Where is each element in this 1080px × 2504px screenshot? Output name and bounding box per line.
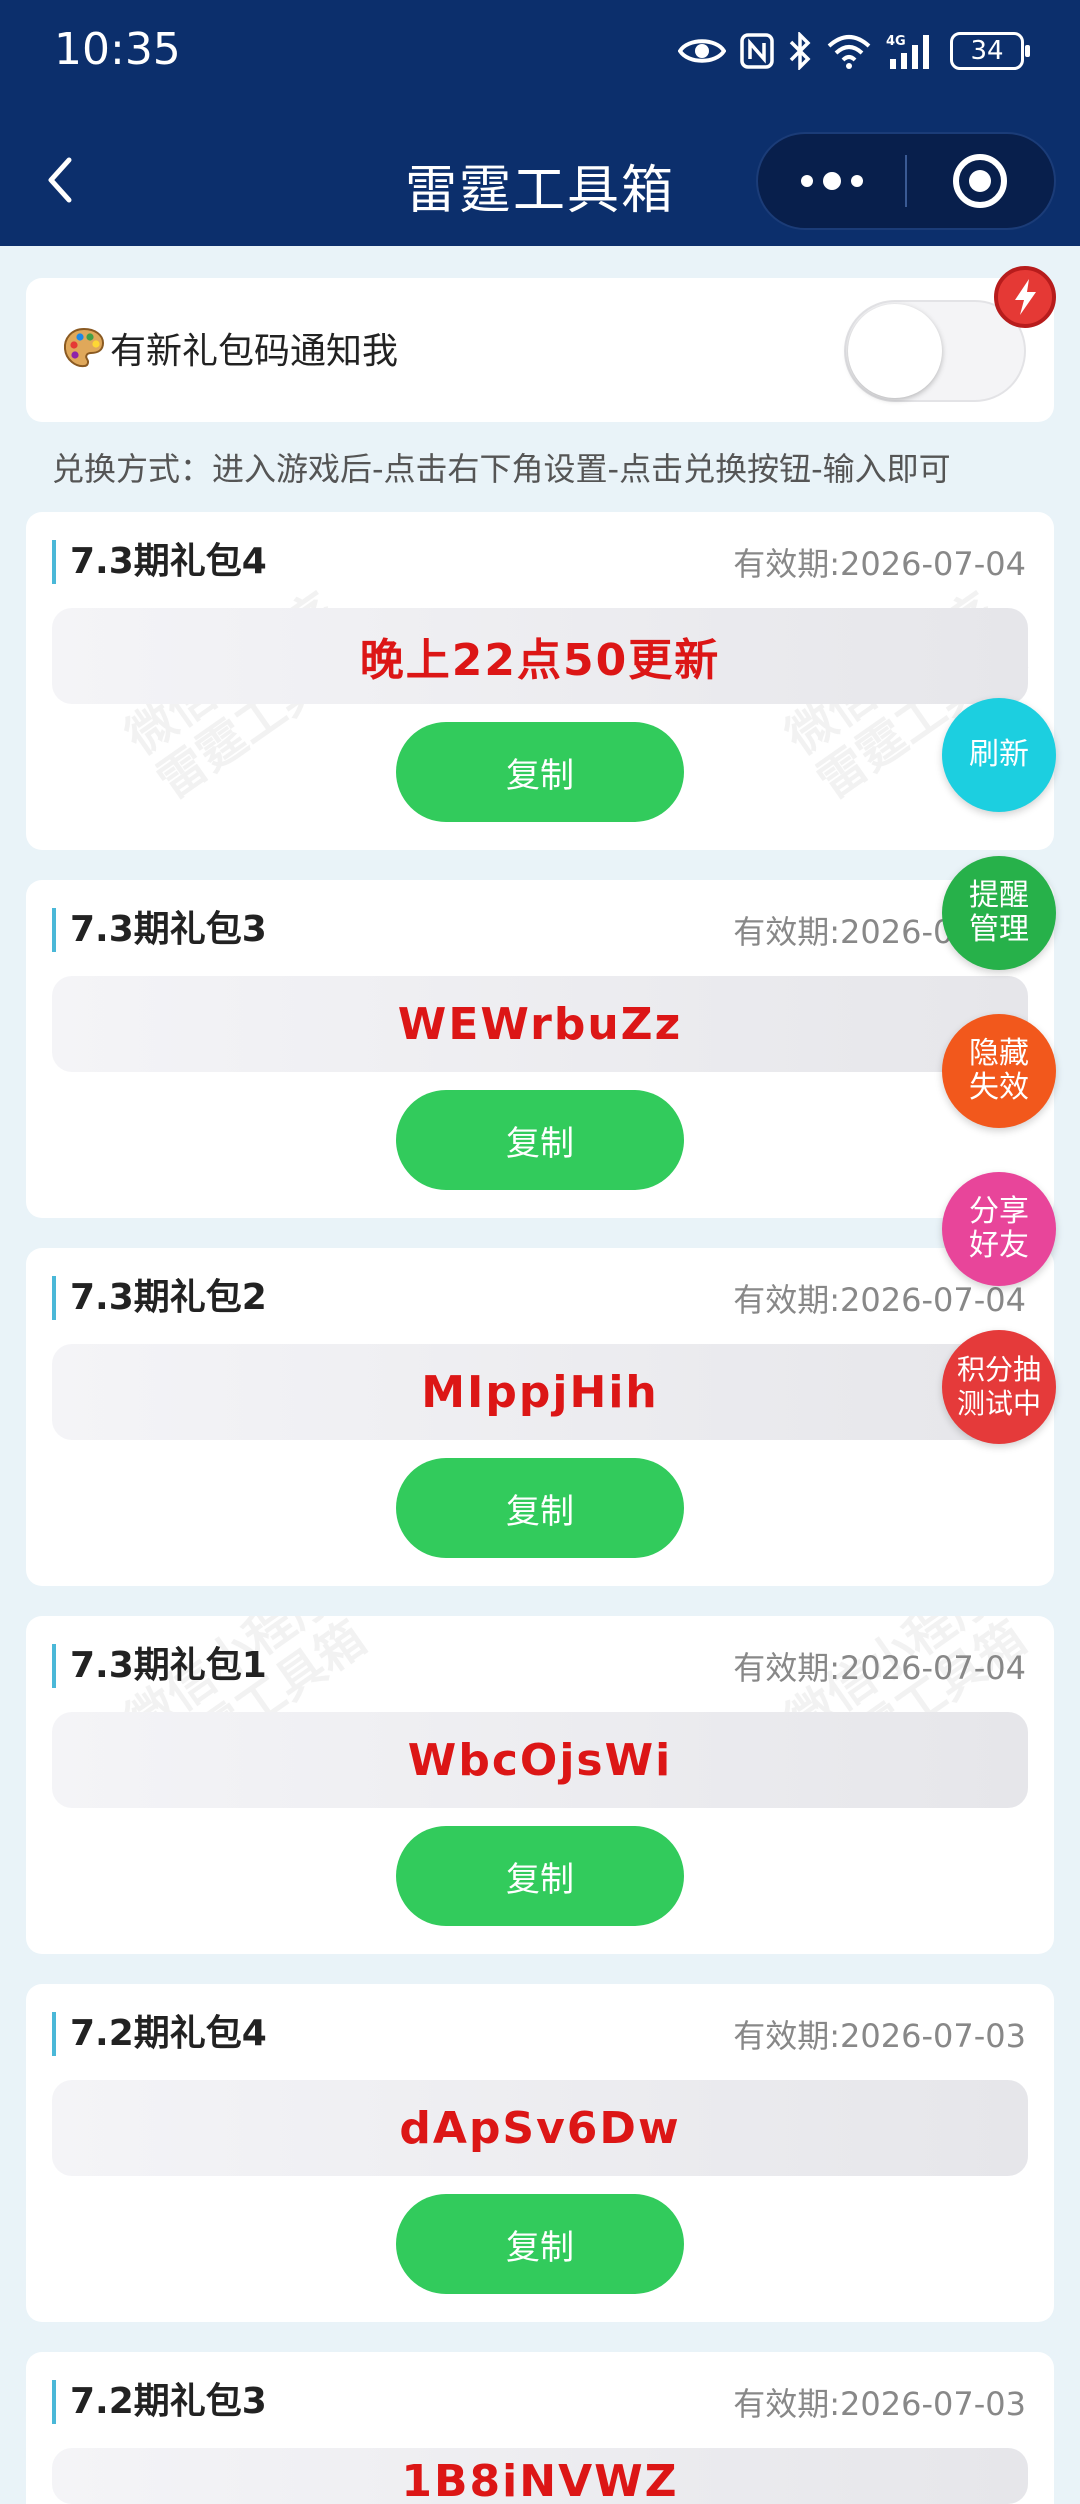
- share-friends-float-button[interactable]: 分享 好友: [942, 1172, 1056, 1286]
- gift-title: 7.3期礼包1: [52, 1644, 267, 1688]
- wifi-icon: [827, 35, 871, 69]
- mini-program-capsule: [756, 132, 1056, 230]
- gift-expiry: 有效期:2026-07-04: [733, 545, 1026, 583]
- gift-card: 7.2期礼包4 有效期:2026-07-03 dApSv6Dw 复制: [26, 1984, 1054, 2322]
- lightning-icon: [1015, 279, 1036, 315]
- gift-card: 7.2期礼包3 有效期:2026-07-03 1B8iNVWZ: [26, 2352, 1054, 2504]
- gift-title: 7.2期礼包4: [52, 2012, 267, 2056]
- gift-code: 1B8iNVWZ: [52, 2448, 1028, 2504]
- eye-icon: [678, 39, 726, 63]
- hide-expired-float-button[interactable]: 隐藏 失效: [942, 1014, 1056, 1128]
- flash-badge[interactable]: [994, 266, 1056, 328]
- gift-title: 7.3期礼包2: [52, 1276, 267, 1320]
- app-header: 10:35 4G 34 雷霆工具箱: [0, 0, 1080, 246]
- redeem-hint: 兑换方式：进入游戏后-点击右下角设置-点击兑换按钮-输入即可: [52, 450, 951, 488]
- gift-card: 微信小程序 雷霆工具箱 微信小程序 雷霆工具箱 7.3期礼包1 有效期:2026-0…: [26, 1616, 1054, 1954]
- status-time: 10:35: [54, 24, 181, 75]
- toggle-knob: [848, 304, 942, 398]
- refresh-float-button[interactable]: 刷新: [942, 698, 1056, 812]
- battery-icon: 34: [950, 32, 1030, 70]
- points-draw-float-button[interactable]: 积分抽 测试中: [942, 1330, 1056, 1444]
- gift-card: 微信小程序雷霆工具箱 微信小程序雷霆工具箱 7.3期礼包4 有效期:2026-0…: [26, 512, 1054, 850]
- bluetooth-icon: [789, 32, 811, 70]
- copy-button[interactable]: 复制: [396, 722, 684, 822]
- svg-text:4G: 4G: [886, 34, 906, 49]
- gift-code: WbcOjsWi: [52, 1712, 1028, 1808]
- copy-button[interactable]: 复制: [396, 1826, 684, 1926]
- gift-expiry: 有效期:2026-07-03: [733, 2017, 1026, 2055]
- gift-card: 7.3期礼包3 有效期:2026-07-04 WEWrbuZz 复制: [26, 880, 1054, 1218]
- copy-button[interactable]: 复制: [396, 1090, 684, 1190]
- copy-button[interactable]: 复制: [396, 1458, 684, 1558]
- palette-icon: [63, 327, 105, 368]
- gift-card: 7.3期礼包2 有效期:2026-07-04 MIppjHih 复制: [26, 1248, 1054, 1586]
- reminder-manage-float-button[interactable]: 提醒 管理: [942, 856, 1056, 970]
- gift-title: 7.3期礼包4: [52, 540, 267, 584]
- gift-title: 7.2期礼包3: [52, 2380, 267, 2424]
- gift-code: dApSv6Dw: [52, 2080, 1028, 2176]
- gift-expiry: 有效期:2026-07-04: [733, 1281, 1026, 1319]
- status-icons: 4G 34: [678, 26, 1030, 76]
- copy-button[interactable]: 复制: [396, 2194, 684, 2294]
- gift-code: MIppjHih: [52, 1344, 1028, 1440]
- gift-expiry: 有效期:2026-07-04: [733, 1649, 1026, 1687]
- notify-row: 有新礼包码通知我: [62, 322, 398, 374]
- notify-label: 有新礼包码通知我: [110, 331, 399, 372]
- nfc-icon: [740, 33, 774, 69]
- gift-title: 7.3期礼包3: [52, 908, 267, 952]
- gift-expiry: 有效期:2026-07-03: [733, 2385, 1026, 2423]
- close-button[interactable]: [907, 134, 1054, 228]
- gift-code: WEWrbuZz: [52, 976, 1028, 1072]
- signal-4g-icon: 4G: [886, 34, 929, 69]
- more-button[interactable]: [758, 134, 905, 228]
- target-circle-icon: [953, 154, 1008, 208]
- notify-toggle[interactable]: [844, 300, 1026, 402]
- notify-card: 有新礼包码通知我: [26, 278, 1054, 422]
- gift-code: 晚上22点50更新: [52, 608, 1028, 704]
- more-dots-icon: [800, 172, 863, 190]
